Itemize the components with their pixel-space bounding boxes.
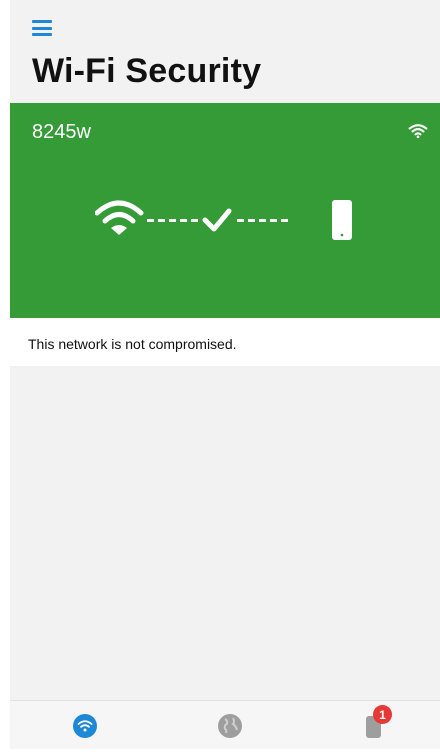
network-name: 8245w <box>32 121 91 143</box>
dashed-line-right <box>237 219 288 222</box>
menu-icon-bar <box>32 33 52 36</box>
app-window: Wi-Fi Security 8245w This network is not… <box>10 0 440 749</box>
globe-icon <box>218 714 242 738</box>
wifi-icon <box>95 200 144 235</box>
menu-button[interactable] <box>32 20 52 36</box>
notification-badge: 1 <box>373 705 392 724</box>
tab-device[interactable]: 1 <box>360 705 392 741</box>
tab-wifi[interactable] <box>70 711 100 741</box>
phone-icon <box>332 200 352 240</box>
status-message-row: This network is not compromised. <box>10 318 440 366</box>
menu-icon-bar <box>32 20 52 23</box>
menu-icon-bar <box>32 26 52 30</box>
connection-diagram <box>95 200 352 240</box>
page-title: Wi-Fi Security <box>32 52 262 90</box>
status-message: This network is not compromised. <box>28 336 237 352</box>
dashed-line-left <box>147 219 198 222</box>
bottom-tab-bar: 1 <box>10 700 440 749</box>
wifi-tab-icon <box>73 714 97 738</box>
wifi-signal-icon <box>408 124 428 139</box>
tab-globe[interactable] <box>215 711 245 741</box>
checkmark-icon <box>202 208 232 232</box>
network-status-banner: 8245w <box>10 103 440 318</box>
